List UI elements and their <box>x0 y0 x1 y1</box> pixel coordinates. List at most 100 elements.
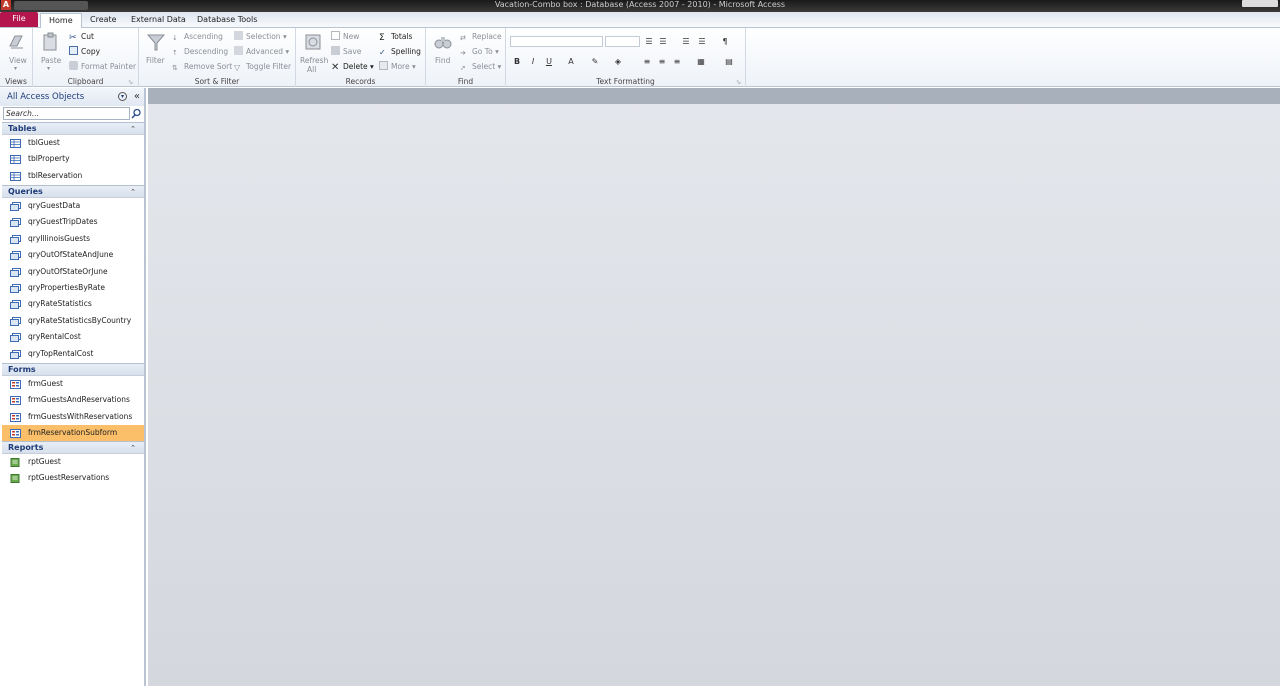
find-button[interactable]: Find <box>435 55 450 66</box>
search-icon[interactable] <box>130 107 143 120</box>
collapse-chevron-icon[interactable]: ⌃ <box>130 123 136 135</box>
increase-indent-icon[interactable]: ☰ <box>696 36 708 47</box>
nav-item-tblproperty[interactable]: tblProperty <box>2 151 144 167</box>
align-left-icon[interactable]: ≡ <box>641 56 653 67</box>
cut-button[interactable]: ✂ Cut <box>69 31 94 43</box>
shutter-bar-collapse-icon[interactable]: « <box>134 88 140 106</box>
filter-button[interactable]: Filter <box>146 55 165 66</box>
underline-button[interactable]: U <box>543 56 555 67</box>
totals-sigma-icon: Σ <box>379 33 385 43</box>
group-sort-filter: Filter ↓ Ascending ↑ Descending ⇅ Remove So… <box>139 28 296 87</box>
nav-item-qryratestatisticsbycountry[interactable]: qryRateStatisticsByCountry <box>2 313 144 329</box>
nav-item-label: qryIllinoisGuests <box>28 233 91 243</box>
nav-group-header-reports[interactable]: Reports ⌃ <box>2 441 144 454</box>
nav-item-label: rptGuest <box>28 457 61 466</box>
nav-group-header-queries[interactable]: Queries ⌃ <box>2 185 144 198</box>
delete-record-button[interactable]: ✕ Delete ▾ <box>331 61 374 73</box>
nav-item-qryratestatistics[interactable]: qryRateStatistics <box>2 296 144 312</box>
bold-button[interactable]: B <box>511 56 523 67</box>
toggle-filter-button[interactable]: ▽ Toggle Filter <box>234 61 291 72</box>
font-size-combo[interactable] <box>605 36 640 47</box>
nav-item-label: qryGuestTripDates <box>28 217 98 227</box>
table-icon <box>10 171 21 181</box>
cut-label: Cut <box>81 32 94 41</box>
nav-item-tblreservation[interactable]: tblReservation <box>2 168 144 184</box>
advanced-button[interactable]: Advanced ▾ <box>234 46 289 57</box>
text-direction-icon[interactable]: ¶ <box>719 36 731 47</box>
view-icon <box>9 35 23 49</box>
nav-group-header-forms[interactable]: Forms <box>2 363 144 376</box>
selection-button[interactable]: Selection ▾ <box>234 31 287 42</box>
nav-pane-header[interactable]: All Access Objects ▾ « <box>0 88 144 106</box>
nav-group-title: Forms <box>8 365 36 374</box>
highlight-color-icon[interactable]: ✎ <box>589 56 601 67</box>
italic-button[interactable]: I <box>527 56 539 67</box>
fill-color-icon[interactable]: ◈ <box>612 56 624 67</box>
more-button[interactable]: More ▾ <box>379 61 416 72</box>
nav-item-rptguest[interactable]: rptGuest <box>2 454 144 470</box>
nav-item-qryillinoisguests[interactable]: qryIllinoisGuests <box>2 231 144 247</box>
save-record-button[interactable]: Save <box>331 46 361 57</box>
align-center-icon[interactable]: ≡ <box>656 56 668 67</box>
window-title: Vacation-Combo box : Database (Access 20… <box>494 0 786 9</box>
nav-group-forms: Forms frmGuest frmGuestsAndReservations … <box>2 363 144 442</box>
decrease-indent-icon[interactable]: ☰ <box>680 36 692 47</box>
nav-item-frmguest[interactable]: frmGuest <box>2 376 144 392</box>
group-label-find: Find <box>457 77 474 86</box>
tab-database-tools[interactable]: Database Tools <box>189 13 265 28</box>
nav-item-qryrentalcost[interactable]: qryRentalCost <box>2 329 144 345</box>
clipboard-launcher-icon[interactable]: ⬂ <box>128 77 133 88</box>
collapse-chevron-icon[interactable]: ⌃ <box>130 186 136 198</box>
tab-file[interactable]: File <box>0 12 38 27</box>
query-icon <box>10 316 21 326</box>
view-button[interactable]: View <box>9 55 27 66</box>
collapse-chevron-icon[interactable]: ⌃ <box>130 442 136 454</box>
nav-item-frmreservationsubform[interactable]: frmReservationSubform <box>2 425 144 442</box>
group-label-clipboard: Clipboard <box>67 77 104 86</box>
nav-item-qryoutofstateorjune[interactable]: qryOutOfStateOrJune <box>2 264 144 280</box>
sort-descending-icon: ↑ <box>172 49 178 57</box>
descending-button[interactable]: ↑ Descending <box>172 46 228 58</box>
ascending-button[interactable]: ↓ Ascending <box>172 31 223 43</box>
nav-item-qryoutofstateandjune[interactable]: qryOutOfStateAndJune <box>2 247 144 263</box>
nav-item-tblguest[interactable]: tblGuest <box>2 135 144 151</box>
tab-create[interactable]: Create <box>82 13 125 28</box>
nav-item-rptguestreservations[interactable]: rptGuestReservations <box>2 470 144 486</box>
nav-item-qryguestdata[interactable]: qryGuestData <box>2 198 144 214</box>
totals-button[interactable]: Σ Totals <box>379 31 412 43</box>
form-icon <box>10 396 21 406</box>
cut-icon: ✂ <box>69 33 77 43</box>
format-painter-button[interactable]: Format Painter <box>69 61 136 72</box>
copy-button[interactable]: Copy <box>69 46 100 57</box>
nav-item-frmguestsandreservations[interactable]: frmGuestsAndReservations <box>2 392 144 408</box>
nav-search-input[interactable]: Search... <box>3 107 130 120</box>
nav-menu-dropdown-icon[interactable]: ▾ <box>118 92 127 101</box>
view-dropdown-icon: ▾ <box>14 65 18 72</box>
replace-button[interactable]: ⇄ Replace <box>460 31 502 43</box>
nav-item-frmguestswithreservations[interactable]: frmGuestsWithReservations <box>2 409 144 425</box>
nav-item-qryguesttripdates[interactable]: qryGuestTripDates <box>2 214 144 230</box>
nav-item-qrytoprentalcost[interactable]: qryTopRentalCost <box>2 346 144 362</box>
window-controls[interactable] <box>1242 0 1278 7</box>
nav-item-qrypropertiesbyrate[interactable]: qryPropertiesByRate <box>2 280 144 296</box>
new-record-button[interactable]: New <box>331 31 359 42</box>
go-to-button[interactable]: ➔ Go To ▾ <box>460 46 499 58</box>
paste-button[interactable]: Paste <box>41 55 61 66</box>
spelling-button[interactable]: ✓ Spelling <box>379 46 421 57</box>
text-formatting-launcher-icon[interactable]: ⬂ <box>736 77 741 88</box>
bullets-icon[interactable]: ☰ <box>643 36 655 47</box>
font-name-combo[interactable] <box>510 36 603 47</box>
nav-group-header-tables[interactable]: Tables ⌃ <box>2 122 144 135</box>
tab-external-data[interactable]: External Data <box>123 13 194 28</box>
paste-icon <box>43 32 57 51</box>
remove-sort-button[interactable]: ⇅ Remove Sort <box>172 61 232 73</box>
font-color-button[interactable]: A <box>565 56 577 67</box>
select-button[interactable]: ➚ Select ▾ <box>460 61 501 73</box>
gridlines-icon[interactable]: ▦ <box>695 56 707 67</box>
align-right-icon[interactable]: ≡ <box>671 56 683 67</box>
nav-item-label: qryGuestData <box>28 201 81 210</box>
numbering-icon[interactable]: ☰ <box>657 36 669 47</box>
tab-home[interactable]: Home <box>40 13 82 28</box>
alternate-row-color-icon[interactable]: ▤ <box>723 56 735 67</box>
totals-label: Totals <box>391 32 413 41</box>
